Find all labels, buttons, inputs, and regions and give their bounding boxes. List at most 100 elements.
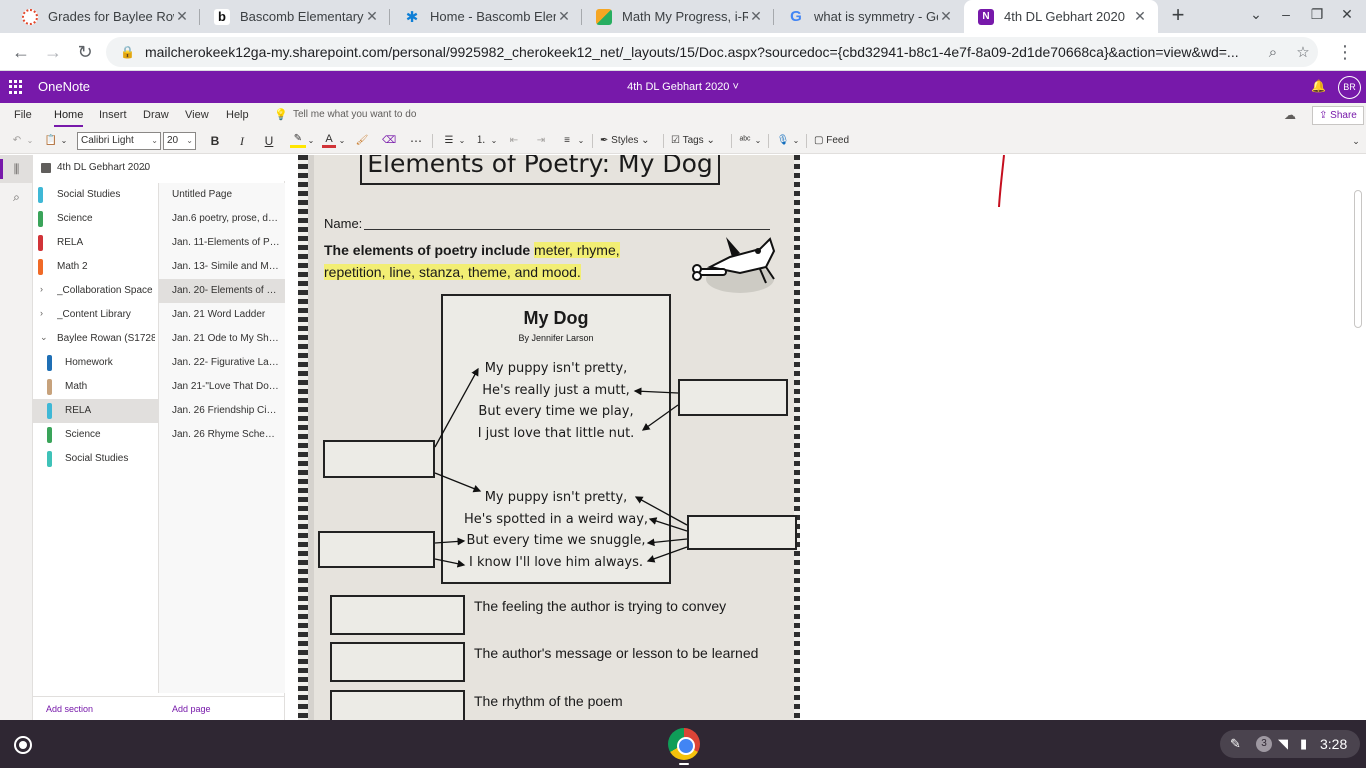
- section-item[interactable]: Math 2: [33, 255, 158, 279]
- undo-icon[interactable]: ↶: [10, 132, 24, 150]
- chevron-down-icon[interactable]: ⌄: [754, 132, 762, 150]
- page-item[interactable]: Jan. 20- Elements of Poe...: [159, 279, 285, 303]
- font-size-select[interactable]: 20 ⌄: [163, 132, 196, 150]
- page-item[interactable]: Jan. 11-Elements of Poetry: [159, 231, 285, 255]
- status-tray[interactable]: ✎ 3 ◥ ▮ 3:28: [1220, 730, 1360, 758]
- back-icon[interactable]: ←: [10, 41, 32, 63]
- chevron-right-icon[interactable]: ›: [40, 308, 43, 318]
- menu-draw[interactable]: Draw: [143, 109, 169, 121]
- bullets-icon[interactable]: ☰: [442, 132, 456, 150]
- section-item[interactable]: Social Studies: [33, 447, 158, 471]
- highlight-icon[interactable]: ✎: [290, 132, 306, 148]
- chevron-down-icon[interactable]: ⌄: [577, 132, 585, 150]
- search-icon[interactable]: ⌕: [0, 183, 33, 211]
- close-icon[interactable]: ✕: [174, 8, 190, 25]
- chevron-down-icon[interactable]: ⌄: [490, 132, 498, 150]
- spelling-icon[interactable]: ᵃᵇᶜ: [738, 132, 752, 150]
- notebooks-icon[interactable]: ⫼: [0, 155, 33, 183]
- section-item[interactable]: Social Studies: [33, 183, 158, 207]
- decrease-indent-icon[interactable]: ⇤: [507, 132, 521, 150]
- close-icon[interactable]: ✕: [556, 8, 572, 25]
- page-item[interactable]: Jan.6 poetry, prose, dra...: [159, 207, 285, 231]
- browser-tab[interactable]: b Bascomb Elementary S ✕: [200, 0, 390, 33]
- page-item[interactable]: Jan 21-"Love That Dog" ...: [159, 375, 285, 399]
- share-button[interactable]: ⇪ Share: [1312, 106, 1364, 125]
- font-name-select[interactable]: Calibri Light ⌄: [77, 132, 161, 150]
- maximize-icon[interactable]: ❐: [1306, 6, 1328, 26]
- browser-tab[interactable]: ✱ Home - Bascomb Eleme ✕: [390, 0, 582, 33]
- browser-tab[interactable]: G what is symmetry - Goo ✕: [774, 0, 964, 33]
- chevron-right-icon[interactable]: ›: [40, 284, 43, 294]
- numbering-icon[interactable]: ⒈: [474, 132, 488, 150]
- chevron-down-icon[interactable]: ⌄: [307, 132, 315, 150]
- add-section-button[interactable]: Add section: [46, 704, 93, 714]
- format-painter-icon[interactable]: 🖌: [355, 132, 369, 150]
- window-close-icon[interactable]: ✕: [1336, 6, 1358, 26]
- feed-button[interactable]: ▢ Feed: [814, 132, 860, 150]
- tell-me-search[interactable]: Tell me what you want to do: [293, 109, 416, 120]
- minimize-icon[interactable]: –: [1275, 6, 1297, 26]
- chevron-down-icon[interactable]: ⌄: [338, 132, 346, 150]
- chevron-down-icon[interactable]: ⌄: [60, 132, 68, 150]
- tags-button[interactable]: ☑ Tags ⌄: [671, 132, 726, 150]
- section-group[interactable]: › _Content Library: [33, 303, 158, 327]
- section-item[interactable]: RELA: [33, 231, 158, 255]
- page-item[interactable]: Jan. 22- Figurative Lang...: [159, 351, 285, 375]
- chevron-down-icon[interactable]: ⌄: [26, 132, 34, 150]
- avatar[interactable]: BR: [1338, 76, 1361, 99]
- browser-tab[interactable]: Math My Progress, i-Rea ✕: [582, 0, 774, 33]
- bookmark-star-icon[interactable]: ☆: [1288, 43, 1318, 61]
- underline-icon[interactable]: U: [262, 132, 276, 150]
- chrome-icon[interactable]: [668, 728, 700, 760]
- zoom-icon[interactable]: ⌕: [1258, 44, 1288, 61]
- vertical-scrollbar[interactable]: [1354, 190, 1362, 328]
- notebook-switcher[interactable]: 4th DL Gebhart 2020 ⌄: [33, 155, 285, 181]
- menu-home[interactable]: Home: [54, 109, 84, 127]
- reload-icon[interactable]: ↻: [74, 41, 96, 63]
- section-item[interactable]: Science: [33, 207, 158, 231]
- bold-icon[interactable]: B: [208, 132, 222, 150]
- menu-file[interactable]: File: [14, 109, 32, 121]
- chevron-down-icon[interactable]: ⌄: [458, 132, 466, 150]
- clipboard-icon[interactable]: 📋: [44, 132, 58, 150]
- increase-indent-icon[interactable]: ⇥: [534, 132, 548, 150]
- menu-insert[interactable]: Insert: [99, 109, 127, 121]
- close-icon[interactable]: ✕: [938, 8, 954, 25]
- launcher-icon[interactable]: [14, 736, 32, 754]
- browser-tab-active[interactable]: N 4th DL Gebhart 2020 ✕: [964, 0, 1158, 33]
- add-page-button[interactable]: Add page: [172, 704, 211, 714]
- page-item[interactable]: Jan. 21 Word Ladder: [159, 303, 285, 327]
- notebook-title[interactable]: 4th DL Gebhart 2020 ˅: [0, 81, 1366, 93]
- lock-icon[interactable]: 🔒: [120, 45, 135, 59]
- section-group[interactable]: ⌄ Baylee Rowan (S1728...: [33, 327, 158, 351]
- menu-view[interactable]: View: [185, 109, 209, 121]
- page-item[interactable]: Jan. 13- Simile and Meta...: [159, 255, 285, 279]
- section-group[interactable]: › _Collaboration Space: [33, 279, 158, 303]
- bell-icon[interactable]: 🔔: [1311, 79, 1326, 93]
- font-color-icon[interactable]: A: [322, 132, 336, 148]
- chevron-down-icon[interactable]: ⌄: [792, 132, 800, 150]
- section-item[interactable]: Math: [33, 375, 158, 399]
- page-item[interactable]: Jan. 26 Friendship Cinqu...: [159, 399, 285, 423]
- more-icon[interactable]: ⋯: [408, 132, 424, 150]
- collapse-ribbon-icon[interactable]: ⌄: [1350, 132, 1362, 150]
- chrome-menu-icon[interactable]: ⋮: [1336, 41, 1354, 63]
- close-icon[interactable]: ✕: [364, 8, 380, 25]
- page-item[interactable]: Jan. 26 Rhyme Scheme r...: [159, 423, 285, 447]
- align-icon[interactable]: ≡: [560, 132, 574, 150]
- close-icon[interactable]: ✕: [1132, 8, 1148, 25]
- url-field[interactable]: 🔒 mailcherokeek12ga-my.sharepoint.com/pe…: [106, 37, 1318, 67]
- styles-button[interactable]: ✒ Styles ⌄: [600, 132, 660, 150]
- page-item[interactable]: Untitled Page: [159, 183, 285, 207]
- sync-status-icon[interactable]: ☁: [1284, 108, 1296, 122]
- section-item[interactable]: Science: [33, 423, 158, 447]
- new-tab-button[interactable]: +: [1166, 4, 1190, 28]
- chevron-down-icon[interactable]: ⌄: [40, 332, 48, 343]
- close-icon[interactable]: ✕: [748, 8, 764, 25]
- page-item[interactable]: Jan. 21 Ode to My Shoes: [159, 327, 285, 351]
- section-item[interactable]: Homework: [33, 351, 158, 375]
- tab-search-icon[interactable]: ⌄: [1245, 6, 1267, 26]
- browser-tab[interactable]: Grades for Baylee Rowa ✕: [8, 0, 200, 33]
- menu-help[interactable]: Help: [226, 109, 249, 121]
- italic-icon[interactable]: I: [235, 132, 249, 150]
